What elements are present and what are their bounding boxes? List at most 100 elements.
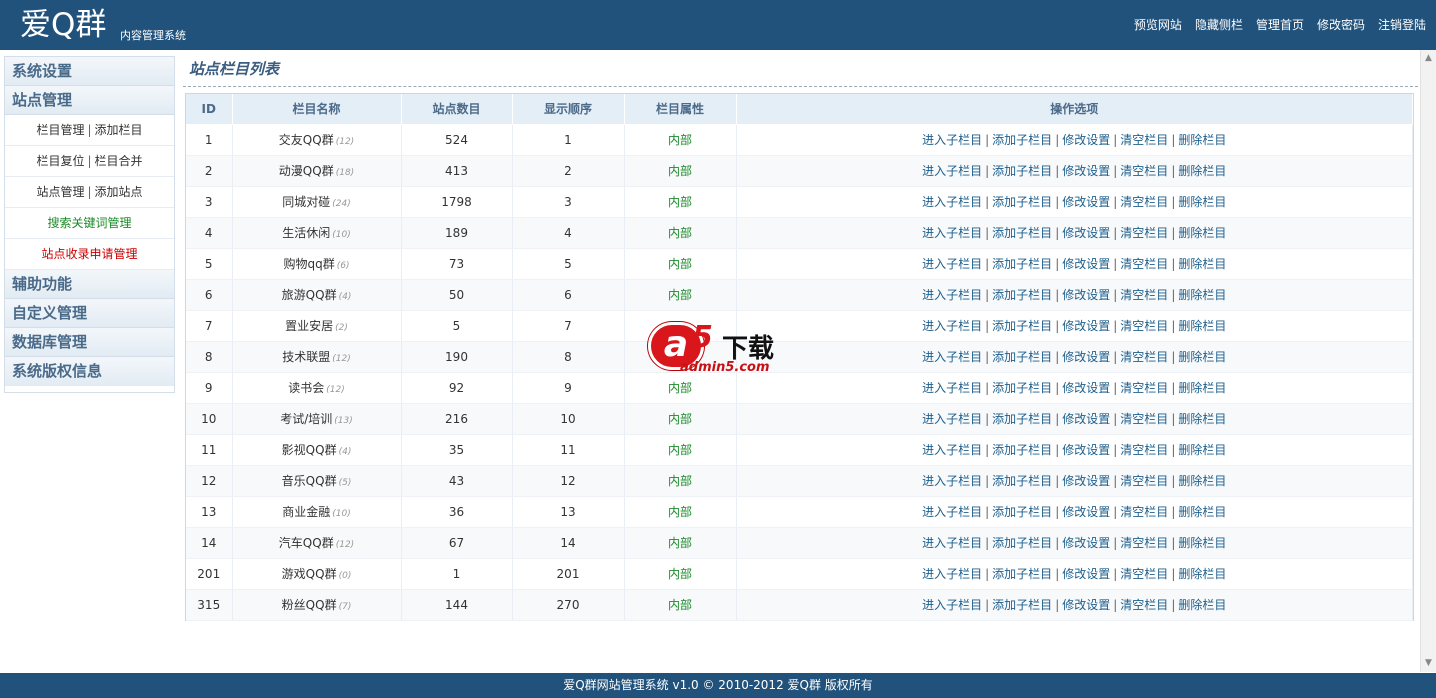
op-link[interactable]: 删除栏目 xyxy=(1178,288,1226,302)
category-name[interactable]: 生活休闲 xyxy=(282,226,330,240)
op-link[interactable]: 添加子栏目 xyxy=(992,288,1052,302)
op-link[interactable]: 添加子栏目 xyxy=(992,319,1052,333)
op-link[interactable]: 删除栏目 xyxy=(1178,505,1226,519)
link-add-category[interactable]: 添加栏目 xyxy=(95,123,143,137)
op-link[interactable]: 清空栏目 xyxy=(1120,257,1168,271)
op-link[interactable]: 修改设置 xyxy=(1062,567,1110,581)
category-name[interactable]: 技术联盟 xyxy=(282,350,330,364)
link-category-manage[interactable]: 栏目管理 xyxy=(36,123,84,137)
op-link[interactable]: 修改设置 xyxy=(1062,195,1110,209)
op-link[interactable]: 清空栏目 xyxy=(1120,319,1168,333)
link-search-keyword-manage[interactable]: 搜索关键词管理 xyxy=(5,208,174,239)
category-name[interactable]: 考试/培训 xyxy=(280,412,332,426)
op-link[interactable]: 删除栏目 xyxy=(1178,350,1226,364)
category-name[interactable]: 交友QQ群 xyxy=(279,133,334,147)
op-link[interactable]: 修改设置 xyxy=(1062,598,1110,612)
op-link[interactable]: 修改设置 xyxy=(1062,536,1110,550)
link-site-manage[interactable]: 站点管理 xyxy=(36,185,84,199)
category-name[interactable]: 汽车QQ群 xyxy=(279,536,334,550)
category-name[interactable]: 旅游QQ群 xyxy=(282,288,337,302)
scrollbar[interactable]: ▲ ▼ xyxy=(1420,50,1436,672)
op-link[interactable]: 清空栏目 xyxy=(1120,567,1168,581)
op-link[interactable]: 修改设置 xyxy=(1062,474,1110,488)
nav-change-password[interactable]: 修改密码 xyxy=(1317,17,1365,33)
op-link[interactable]: 删除栏目 xyxy=(1178,443,1226,457)
op-link[interactable]: 清空栏目 xyxy=(1120,412,1168,426)
category-name[interactable]: 音乐QQ群 xyxy=(282,474,337,488)
op-link[interactable]: 删除栏目 xyxy=(1178,598,1226,612)
op-link[interactable]: 修改设置 xyxy=(1062,443,1110,457)
op-link[interactable]: 清空栏目 xyxy=(1120,288,1168,302)
op-link[interactable]: 清空栏目 xyxy=(1120,133,1168,147)
op-link[interactable]: 删除栏目 xyxy=(1178,567,1226,581)
op-link[interactable]: 清空栏目 xyxy=(1120,195,1168,209)
op-link[interactable]: 修改设置 xyxy=(1062,412,1110,426)
op-link[interactable]: 清空栏目 xyxy=(1120,350,1168,364)
sidebar-section-custom[interactable]: 自定义管理 xyxy=(5,299,174,328)
op-link[interactable]: 添加子栏目 xyxy=(992,598,1052,612)
op-link[interactable]: 添加子栏目 xyxy=(992,443,1052,457)
category-name[interactable]: 粉丝QQ群 xyxy=(282,598,337,612)
op-link[interactable]: 添加子栏目 xyxy=(992,164,1052,178)
op-link[interactable]: 进入子栏目 xyxy=(922,288,982,302)
category-name[interactable]: 同城对碰 xyxy=(282,195,330,209)
op-link[interactable]: 添加子栏目 xyxy=(992,567,1052,581)
nav-admin-home[interactable]: 管理首页 xyxy=(1256,17,1304,33)
category-name[interactable]: 游戏QQ群 xyxy=(282,567,337,581)
op-link[interactable]: 进入子栏目 xyxy=(922,319,982,333)
op-link[interactable]: 删除栏目 xyxy=(1178,257,1226,271)
op-link[interactable]: 清空栏目 xyxy=(1120,536,1168,550)
op-link[interactable]: 进入子栏目 xyxy=(922,412,982,426)
op-link[interactable]: 进入子栏目 xyxy=(922,350,982,364)
op-link[interactable]: 修改设置 xyxy=(1062,133,1110,147)
op-link[interactable]: 清空栏目 xyxy=(1120,164,1168,178)
op-link[interactable]: 进入子栏目 xyxy=(922,505,982,519)
op-link[interactable]: 添加子栏目 xyxy=(992,505,1052,519)
op-link[interactable]: 进入子栏目 xyxy=(922,474,982,488)
op-link[interactable]: 修改设置 xyxy=(1062,257,1110,271)
op-link[interactable]: 删除栏目 xyxy=(1178,195,1226,209)
link-site-apply-manage[interactable]: 站点收录申请管理 xyxy=(5,239,174,270)
op-link[interactable]: 修改设置 xyxy=(1062,350,1110,364)
op-link[interactable]: 进入子栏目 xyxy=(922,257,982,271)
sidebar-section-system-settings[interactable]: 系统设置 xyxy=(5,57,174,86)
op-link[interactable]: 添加子栏目 xyxy=(992,226,1052,240)
op-link[interactable]: 添加子栏目 xyxy=(992,381,1052,395)
link-add-site[interactable]: 添加站点 xyxy=(95,185,143,199)
op-link[interactable]: 修改设置 xyxy=(1062,505,1110,519)
category-name[interactable]: 影视QQ群 xyxy=(282,443,337,457)
op-link[interactable]: 进入子栏目 xyxy=(922,133,982,147)
category-name[interactable]: 置业安居 xyxy=(285,319,333,333)
op-link[interactable]: 进入子栏目 xyxy=(922,164,982,178)
op-link[interactable]: 清空栏目 xyxy=(1120,443,1168,457)
op-link[interactable]: 删除栏目 xyxy=(1178,164,1226,178)
op-link[interactable]: 删除栏目 xyxy=(1178,133,1226,147)
op-link[interactable]: 清空栏目 xyxy=(1120,226,1168,240)
op-link[interactable]: 添加子栏目 xyxy=(992,133,1052,147)
nav-preview-site[interactable]: 预览网站 xyxy=(1134,17,1182,33)
op-link[interactable]: 进入子栏目 xyxy=(922,195,982,209)
op-link[interactable]: 删除栏目 xyxy=(1178,536,1226,550)
sidebar-section-aux[interactable]: 辅助功能 xyxy=(5,270,174,299)
op-link[interactable]: 删除栏目 xyxy=(1178,381,1226,395)
category-name[interactable]: 商业金融 xyxy=(282,505,330,519)
scroll-up-icon[interactable]: ▲ xyxy=(1423,53,1434,64)
op-link[interactable]: 修改设置 xyxy=(1062,226,1110,240)
op-link[interactable]: 修改设置 xyxy=(1062,288,1110,302)
op-link[interactable]: 清空栏目 xyxy=(1120,505,1168,519)
op-link[interactable]: 删除栏目 xyxy=(1178,226,1226,240)
op-link[interactable]: 修改设置 xyxy=(1062,164,1110,178)
logo[interactable]: 爱Q群 xyxy=(20,6,106,44)
op-link[interactable]: 进入子栏目 xyxy=(922,536,982,550)
op-link[interactable]: 清空栏目 xyxy=(1120,474,1168,488)
op-link[interactable]: 添加子栏目 xyxy=(992,350,1052,364)
scroll-down-icon[interactable]: ▼ xyxy=(1423,658,1434,669)
op-link[interactable]: 进入子栏目 xyxy=(922,226,982,240)
category-name[interactable]: 购物qq群 xyxy=(284,257,335,271)
nav-hide-sidebar[interactable]: 隐藏侧栏 xyxy=(1195,17,1243,33)
op-link[interactable]: 删除栏目 xyxy=(1178,319,1226,333)
op-link[interactable]: 添加子栏目 xyxy=(992,257,1052,271)
sidebar-section-database[interactable]: 数据库管理 xyxy=(5,328,174,357)
op-link[interactable]: 进入子栏目 xyxy=(922,598,982,612)
nav-logout[interactable]: 注销登陆 xyxy=(1378,17,1426,33)
